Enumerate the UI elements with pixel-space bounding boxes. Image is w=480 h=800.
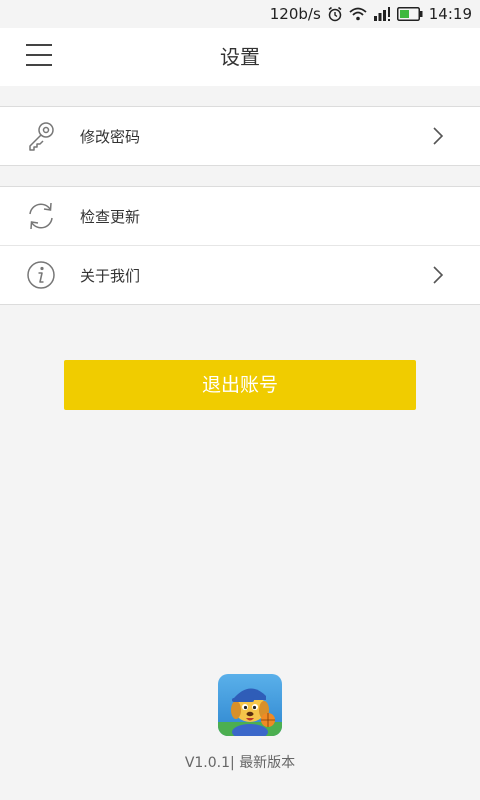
- version-separator: |: [230, 755, 235, 771]
- chevron-right-icon: [432, 126, 444, 146]
- refresh-icon: [24, 199, 58, 233]
- check-update-label: 检查更新: [80, 207, 141, 226]
- app-logo: [218, 674, 282, 736]
- version-status: 最新版本: [239, 755, 296, 771]
- net-speed: 120b/s: [269, 5, 321, 23]
- hamburger-menu-icon[interactable]: [24, 42, 56, 70]
- page-title: 设置: [220, 45, 260, 69]
- version-number: V1.0.1: [184, 755, 231, 771]
- status-bar: 120b/s 14:19: [0, 0, 480, 28]
- change-password-label: 修改密码: [80, 127, 141, 146]
- chevron-right-icon: [432, 265, 444, 285]
- signal-icon: [373, 7, 391, 21]
- battery-icon: [396, 7, 423, 21]
- wifi-icon: [349, 7, 367, 21]
- settings-group-account: 修改密码: [0, 106, 480, 166]
- check-update-row[interactable]: 检查更新: [0, 187, 480, 245]
- change-password-row[interactable]: 修改密码: [0, 107, 480, 165]
- version-info: V1.0.1| 最新版本: [0, 752, 480, 772]
- clock-time: 14:19: [428, 5, 472, 23]
- about-row[interactable]: 关于我们: [0, 245, 480, 304]
- alarm-icon: [327, 6, 343, 22]
- nav-bar: 设置: [0, 28, 480, 86]
- settings-group-app: 检查更新 关于我们: [0, 186, 480, 305]
- about-label: 关于我们: [80, 266, 141, 285]
- key-icon: [24, 119, 58, 153]
- logout-button[interactable]: 退出账号: [64, 360, 416, 410]
- info-icon: [24, 258, 58, 292]
